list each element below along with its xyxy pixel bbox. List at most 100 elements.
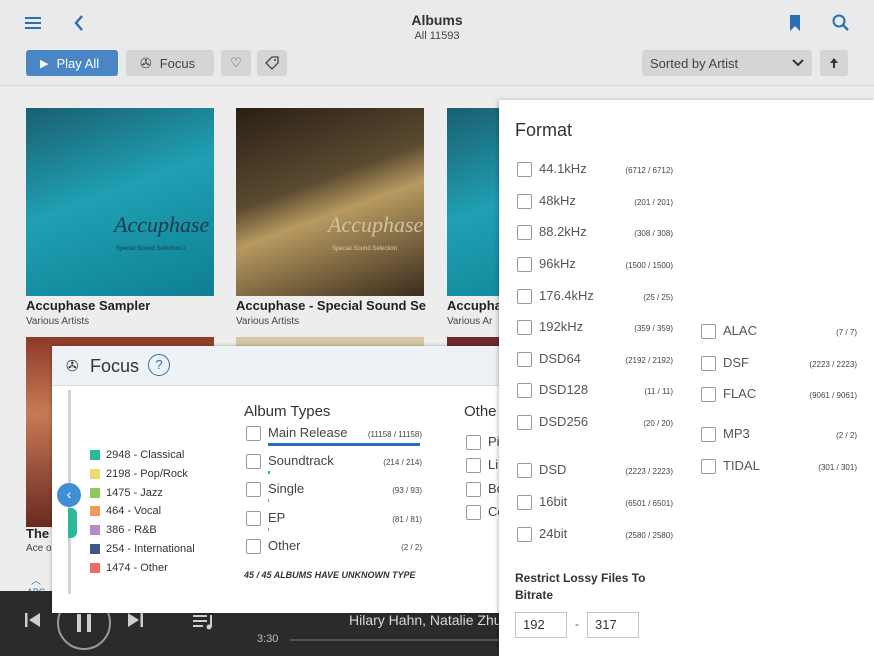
album-type-count: (214 / 214) <box>383 458 422 468</box>
tag-button[interactable] <box>257 50 287 76</box>
album-type-label[interactable]: Soundtrack <box>268 453 334 468</box>
album-cover[interactable]: Accuphase Special Sound Selection 2 <box>26 108 214 296</box>
album-type-checkbox[interactable] <box>246 426 261 441</box>
album-artist[interactable]: Various Artists <box>236 316 299 327</box>
genre-item[interactable]: 386 - R&B <box>90 524 157 536</box>
album-type-label[interactable]: Other <box>268 538 301 553</box>
format-checkbox[interactable] <box>517 289 532 304</box>
album-type-bar <box>268 471 270 475</box>
format-label[interactable]: DSD256 <box>539 414 588 429</box>
genre-label: 386 - R&B <box>106 524 157 537</box>
format-label[interactable]: 44.1kHz <box>539 161 587 176</box>
sort-dropdown[interactable]: Sorted by Artist <box>642 50 812 76</box>
format-label[interactable]: DSD128 <box>539 382 588 397</box>
aperture-icon: ✇ <box>140 54 152 71</box>
format-checkbox[interactable] <box>517 162 532 177</box>
album-type-label[interactable]: Single <box>268 481 304 496</box>
format-checkbox[interactable] <box>517 225 532 240</box>
other-checkbox[interactable] <box>466 504 481 520</box>
page-title: Albums <box>411 12 463 28</box>
format-checkbox[interactable] <box>701 324 716 339</box>
format-checkbox[interactable] <box>701 356 716 371</box>
search-icon[interactable] <box>830 12 852 34</box>
album-type-bar <box>268 527 269 531</box>
genre-item[interactable]: 2198 - Pop/Rock <box>90 468 188 480</box>
format-label[interactable]: 16bit <box>539 494 567 509</box>
format-label[interactable]: FLAC <box>723 386 756 401</box>
genre-item[interactable]: 2948 - Classical <box>90 449 184 461</box>
album-cover[interactable]: Accuphase Special Sound Selection <box>236 108 424 296</box>
format-label[interactable]: MP3 <box>723 426 750 441</box>
album-title[interactable]: The <box>26 526 49 541</box>
bookmark-icon[interactable] <box>784 12 806 34</box>
album-type-label[interactable]: Main Release <box>268 425 348 440</box>
format-checkbox[interactable] <box>517 352 532 367</box>
format-label[interactable]: DSD <box>539 462 566 477</box>
genre-label: 2198 - Pop/Rock <box>106 467 188 480</box>
format-checkbox[interactable] <box>517 463 532 478</box>
album-type-checkbox[interactable] <box>246 510 261 526</box>
format-label[interactable]: DSD64 <box>539 351 581 366</box>
sort-direction-button[interactable] <box>820 50 848 76</box>
format-label[interactable]: 88.2kHz <box>539 224 587 239</box>
next-icon[interactable] <box>126 611 144 635</box>
focus-button[interactable]: ✇ Focus <box>126 50 214 76</box>
format-checkbox[interactable] <box>517 320 532 335</box>
album-title[interactable]: Accuphase - Special Sound Sel <box>236 298 426 313</box>
play-icon: ▶ <box>40 57 49 70</box>
album-type-checkbox[interactable] <box>246 482 261 498</box>
album-artist[interactable]: Various Ar <box>447 316 499 327</box>
format-label[interactable]: DSF <box>723 355 749 370</box>
format-label[interactable]: ALAC <box>723 323 757 338</box>
format-label[interactable]: 192kHz <box>539 319 583 334</box>
favorite-button[interactable]: ♡ <box>221 50 251 76</box>
format-label[interactable]: 48kHz <box>539 193 576 208</box>
focus-panel: ✇ Focus ? ‹ 2948 - Classical 2198 - Pop/R… <box>52 346 500 613</box>
genre-swatch <box>90 450 100 460</box>
format-count: (9061 / 9061) <box>809 391 857 400</box>
album-type-label[interactable]: EP <box>268 510 285 525</box>
album-title[interactable]: Accupha <box>447 298 502 313</box>
focus-slider-fill <box>68 508 77 538</box>
genre-item[interactable]: 464 - Vocal <box>90 505 161 517</box>
format-label[interactable]: 176.4kHz <box>539 288 594 303</box>
play-all-button[interactable]: ▶ Play All <box>26 50 118 76</box>
other-checkbox[interactable] <box>466 435 481 450</box>
format-checkbox[interactable] <box>517 257 532 272</box>
genre-label: 464 - Vocal <box>106 505 162 518</box>
unknown-type-note: 45 / 45 ALBUMS HAVE UNKNOWN TYPE <box>244 570 416 580</box>
format-checkbox[interactable] <box>517 495 532 510</box>
genre-swatch <box>90 544 100 554</box>
genre-item[interactable]: 254 - International <box>90 543 195 555</box>
format-checkbox[interactable] <box>701 387 716 402</box>
focus-collapse-handle[interactable]: ‹ <box>57 483 81 507</box>
format-count: (7 / 7) <box>836 328 857 337</box>
progress-track[interactable] <box>290 639 499 641</box>
other-checkbox[interactable] <box>466 458 481 474</box>
format-label[interactable]: TIDAL <box>723 458 760 473</box>
format-checkbox[interactable] <box>701 459 716 474</box>
queue-icon[interactable] <box>193 613 215 637</box>
format-checkbox[interactable] <box>701 427 716 442</box>
format-checkbox[interactable] <box>517 194 532 209</box>
genre-label: 1475 - Jazz <box>106 486 163 499</box>
album-type-checkbox[interactable] <box>246 538 261 554</box>
format-checkbox[interactable] <box>517 415 532 430</box>
album-type-checkbox[interactable] <box>246 454 261 470</box>
format-checkbox[interactable] <box>517 383 532 398</box>
bitrate-min-input[interactable]: 192 <box>515 612 567 638</box>
bitrate-max-input[interactable]: 317 <box>587 612 639 638</box>
genre-item[interactable]: 1475 - Jazz <box>90 487 163 499</box>
format-checkbox[interactable] <box>517 527 532 542</box>
previous-icon[interactable] <box>24 611 42 635</box>
focus-label: Focus <box>159 55 196 71</box>
genre-item[interactable]: 1474 - Other <box>90 562 168 574</box>
format-label[interactable]: 96kHz <box>539 256 576 271</box>
format-label[interactable]: 24bit <box>539 526 567 541</box>
album-title[interactable]: Accuphase Sampler <box>26 298 216 313</box>
album-artist[interactable]: Various Artists <box>26 316 89 327</box>
help-icon[interactable]: ? <box>148 354 170 376</box>
restrict-line-1: Restrict Lossy Files To <box>515 571 646 585</box>
album-artist[interactable]: Ace o <box>26 543 52 554</box>
other-checkbox[interactable] <box>466 481 481 497</box>
